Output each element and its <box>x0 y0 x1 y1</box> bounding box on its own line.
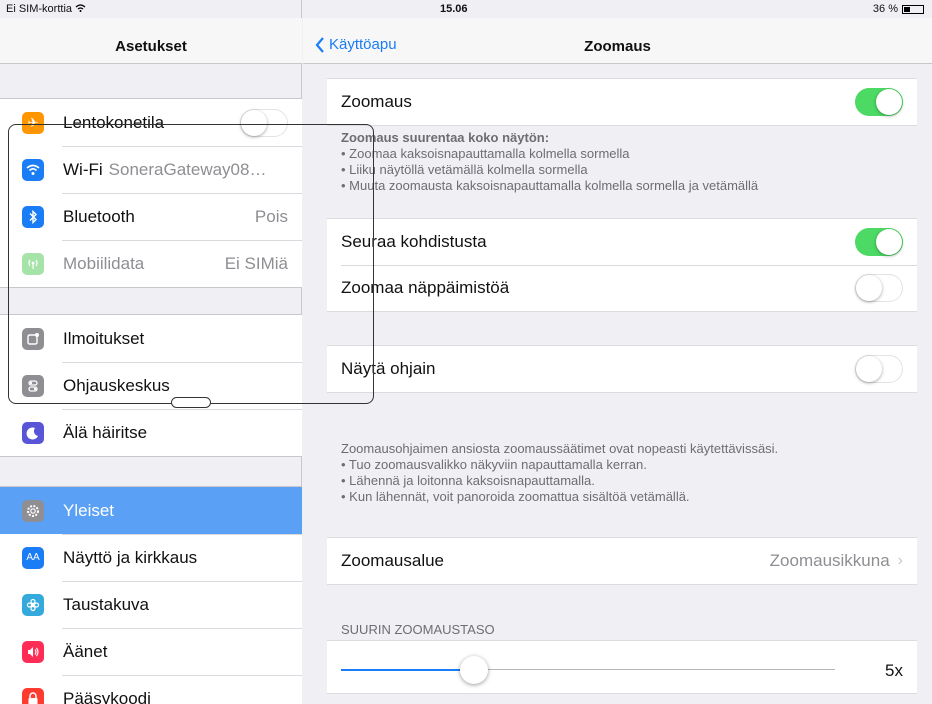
zoom-region-label: Zoomausalue <box>341 551 445 570</box>
screen: Asetukset ✈ Lentokonetila Wi-Fi SoneraGa… <box>0 0 932 704</box>
toggle-knob <box>876 89 902 115</box>
zoom-footer-line: • Muuta zoomausta kaksoisnapauttamalla k… <box>341 178 759 193</box>
zoom-window-handle[interactable] <box>171 397 211 408</box>
zoom-keyboard-label: Zoomaa näppäimistöä <box>341 278 510 297</box>
controller-footer-line: Zoomausohjaimen ansiosta zoomaussäätimet… <box>341 441 779 456</box>
zoom-group: Zoomaus <box>327 78 917 126</box>
toggle-knob <box>856 356 882 382</box>
zoom-region-group: Zoomausalue Zoomausikkuna › <box>327 537 917 585</box>
max-zoom-header: SUURIN ZOOMAUSTASO <box>341 622 495 637</box>
sidebar-item-passcode[interactable]: Pääsykoodi <box>0 675 302 704</box>
zoom-footer-line: • Liiku näytöllä vetämällä kolmella sorm… <box>341 162 588 177</box>
zoom-footer: Zoomaus suurentaa koko näytön: • Zoomaa … <box>341 130 758 194</box>
max-zoom-value: 5x <box>885 661 903 680</box>
focus-group: Seuraa kohdistusta Zoomaa näppäimistöä <box>327 218 917 312</box>
max-zoom-group: 5x <box>327 640 917 694</box>
sidebar-title: Asetukset <box>115 38 187 55</box>
sidebar-item-label: Näyttö ja kirkkaus <box>63 547 198 567</box>
back-label: Käyttöapu <box>329 36 397 53</box>
sidebar-item-label: Älä häiritse <box>63 422 148 442</box>
sidebar-item-wallpaper[interactable]: Taustakuva <box>0 581 302 628</box>
zoom-footer-line: • Zoomaa kaksoisnapauttamalla kolmella s… <box>341 146 630 161</box>
zoom-footer-heading: Zoomaus suurentaa koko näytön: <box>341 130 550 145</box>
zoom-toggle[interactable] <box>855 88 903 116</box>
chevron-right-icon: › <box>897 552 903 569</box>
zoom-region-row[interactable]: Zoomausalue Zoomausikkuna › <box>327 538 917 584</box>
sidebar-header: Asetukset <box>0 18 302 64</box>
wallpaper-icon <box>22 593 44 616</box>
slider-track-empty <box>488 669 835 670</box>
carrier-status: Ei SIM-korttia <box>6 3 86 15</box>
toggle-knob <box>856 275 882 301</box>
carrier-label: Ei SIM-korttia <box>6 3 73 15</box>
sidebar-item-label: Pääsykoodi <box>63 688 151 704</box>
follow-focus-toggle[interactable] <box>855 228 903 256</box>
speaker-icon <box>22 640 44 663</box>
show-controller-toggle[interactable] <box>855 355 903 383</box>
battery-fill <box>904 6 910 12</box>
detail-header: Käyttöapu Zoomaus <box>303 18 932 64</box>
zoom-keyboard-row: Zoomaa näppäimistöä <box>327 265 917 311</box>
follow-focus-label: Seuraa kohdistusta <box>341 232 487 251</box>
controller-footer-line: • Lähennä ja loitonna kaksoisnapauttamal… <box>341 473 595 488</box>
display-icon: AA <box>22 546 44 569</box>
page-title: Zoomaus <box>584 38 651 55</box>
sidebar-item-label: Taustakuva <box>63 594 149 614</box>
lock-icon <box>22 687 44 704</box>
controller-group: Näytä ohjain <box>327 345 917 393</box>
sidebar-item-general[interactable]: Yleiset <box>0 487 302 534</box>
sidebar-item-label: Äänet <box>63 641 108 661</box>
zoom-window-lens[interactable] <box>8 124 374 404</box>
follow-focus-row: Seuraa kohdistusta <box>327 219 917 265</box>
toggle-knob <box>876 229 902 255</box>
battery-status: 36 % <box>873 3 924 15</box>
gear-icon <box>22 499 44 522</box>
sidebar-group-general: Yleiset AA Näyttö ja kirkkaus Taustakuva… <box>0 486 302 704</box>
battery-icon <box>902 4 924 14</box>
battery-percent: 36 % <box>872 3 898 15</box>
show-controller-label: Näytä ohjain <box>341 359 436 378</box>
zoom-region-value: Zoomausikkuna <box>769 551 890 570</box>
back-button[interactable]: Käyttöapu <box>315 36 397 53</box>
controller-footer-line: • Tuo zoomausvalikko näkyviin napauttama… <box>341 457 647 472</box>
zoom-label: Zoomaus <box>341 92 412 111</box>
sidebar-item-do-not-disturb[interactable]: Älä häiritse <box>0 409 302 456</box>
moon-icon <box>22 421 44 444</box>
max-zoom-slider-knob[interactable] <box>460 656 489 684</box>
sidebar-item-display[interactable]: AA Näyttö ja kirkkaus <box>0 534 302 581</box>
sidebar-item-label: Yleiset <box>63 500 115 520</box>
show-controller-row: Näytä ohjain <box>327 346 917 392</box>
controller-footer: Zoomausohjaimen ansiosta zoomaussäätimet… <box>341 441 778 505</box>
zoom-keyboard-toggle[interactable] <box>855 274 903 302</box>
status-time: 15.06 <box>440 3 468 15</box>
zoom-row: Zoomaus <box>327 79 917 125</box>
wifi-status-icon <box>75 3 86 15</box>
status-bar: Ei SIM-korttia 15.06 36 % <box>0 0 932 18</box>
controller-footer-line: • Kun lähennät, voit panoroida zoomattua… <box>341 489 690 504</box>
slider-track-filled <box>341 669 475 671</box>
chevron-left-icon <box>315 36 324 53</box>
sidebar-item-sounds[interactable]: Äänet <box>0 628 302 675</box>
